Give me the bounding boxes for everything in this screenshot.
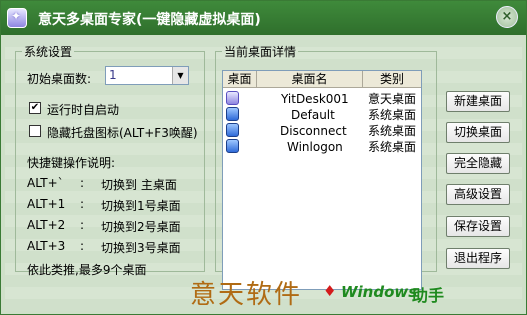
- brand-windows: Windows: [341, 283, 418, 301]
- hotkey-desc: 切换到1号桌面: [101, 199, 181, 213]
- desktop-type: 系统桌面: [368, 124, 417, 138]
- table-row[interactable]: Disconnect 系统桌面: [223, 123, 421, 139]
- new-desktop-button[interactable]: 新建桌面: [446, 91, 510, 112]
- brand-logo: 意天软件: [190, 280, 303, 310]
- desktop-name: Default: [291, 108, 335, 122]
- autostart-label[interactable]: 运行时自启动: [47, 101, 119, 118]
- hotkey-key: ALT+2: [27, 218, 66, 232]
- column-header-desktop[interactable]: 桌面: [223, 71, 257, 88]
- column-header-type[interactable]: 类别: [363, 71, 421, 88]
- hotkey-desc: 切换到2号桌面: [101, 220, 181, 234]
- hotkeys-footer-note: 依此类推,最多9个桌面: [27, 263, 147, 277]
- hotkey-sep: :: [80, 197, 85, 211]
- hide-all-button[interactable]: 完全隐藏: [446, 153, 510, 174]
- brand-assistant: 助手: [412, 286, 445, 305]
- desktop-type: 系统桌面: [368, 108, 417, 122]
- yitian-desktop-icon: [226, 91, 239, 105]
- table-row[interactable]: YitDesk001 意天桌面: [223, 91, 421, 107]
- init-desktops-label: 初始桌面数:: [27, 72, 92, 86]
- hotkeys-title: 快捷键操作说明:: [27, 156, 116, 170]
- client-area: 系统设置 初始桌面数: 1 ▼ ✔ 运行时自启动 隐藏托盘图标(ALT+F3唤醒…: [5, 37, 522, 311]
- hotkey-key: ALT+`: [27, 176, 64, 190]
- hide-tray-checkbox[interactable]: [29, 125, 41, 137]
- hotkey-key: ALT+3: [27, 239, 66, 253]
- advanced-settings-button[interactable]: 高级设置: [446, 184, 510, 205]
- autostart-checkbox[interactable]: ✔: [29, 102, 41, 114]
- close-button[interactable]: ×: [496, 6, 518, 28]
- app-window: 意天多桌面专家(一键隐藏虚拟桌面) × 系统设置 初始桌面数: 1 ▼ ✔ 运行…: [0, 0, 527, 315]
- window-title: 意天多桌面专家(一键隐藏虚拟桌面): [38, 12, 261, 28]
- hide-tray-label[interactable]: 隐藏托盘图标(ALT+F3唤醒): [47, 124, 198, 141]
- system-desktop-icon: [226, 123, 239, 137]
- table-row[interactable]: Default 系统桌面: [223, 107, 421, 123]
- chevron-down-icon[interactable]: ▼: [172, 67, 188, 84]
- system-desktop-icon: [226, 107, 239, 121]
- save-settings-button[interactable]: 保存设置: [446, 216, 510, 237]
- hotkey-sep: :: [80, 176, 85, 190]
- init-desktops-value: 1: [109, 68, 117, 82]
- hotkey-sep: :: [80, 239, 85, 253]
- gem-icon: ♦: [323, 282, 337, 300]
- settings-legend: 系统设置: [24, 45, 73, 59]
- desktops-legend: 当前桌面详情: [224, 45, 297, 59]
- hotkey-desc: 切换到3号桌面: [101, 241, 181, 255]
- system-desktop-icon: [226, 139, 239, 153]
- desktop-list[interactable]: 桌面 桌面名 类别 YitDesk001 意天桌面 Default 系统桌面 D…: [222, 70, 422, 290]
- exit-button[interactable]: 退出程序: [446, 248, 510, 269]
- title-bar[interactable]: 意天多桌面专家(一键隐藏虚拟桌面) ×: [1, 1, 526, 35]
- desktop-type: 系统桌面: [368, 140, 417, 154]
- hotkey-key: ALT+1: [27, 197, 66, 211]
- init-desktops-select[interactable]: 1 ▼: [105, 66, 189, 85]
- app-icon: [7, 8, 27, 28]
- desktop-name: Disconnect: [280, 124, 347, 138]
- hotkey-sep: :: [80, 218, 85, 232]
- desktop-name: YitDesk001: [281, 92, 349, 106]
- desktop-name: Winlogon: [287, 140, 343, 154]
- desktop-type: 意天桌面: [368, 92, 417, 106]
- table-row[interactable]: Winlogon 系统桌面: [223, 139, 421, 155]
- hotkey-desc: 切换到 主桌面: [101, 178, 177, 192]
- column-header-name[interactable]: 桌面名: [257, 71, 363, 88]
- switch-desktop-button[interactable]: 切换桌面: [446, 122, 510, 143]
